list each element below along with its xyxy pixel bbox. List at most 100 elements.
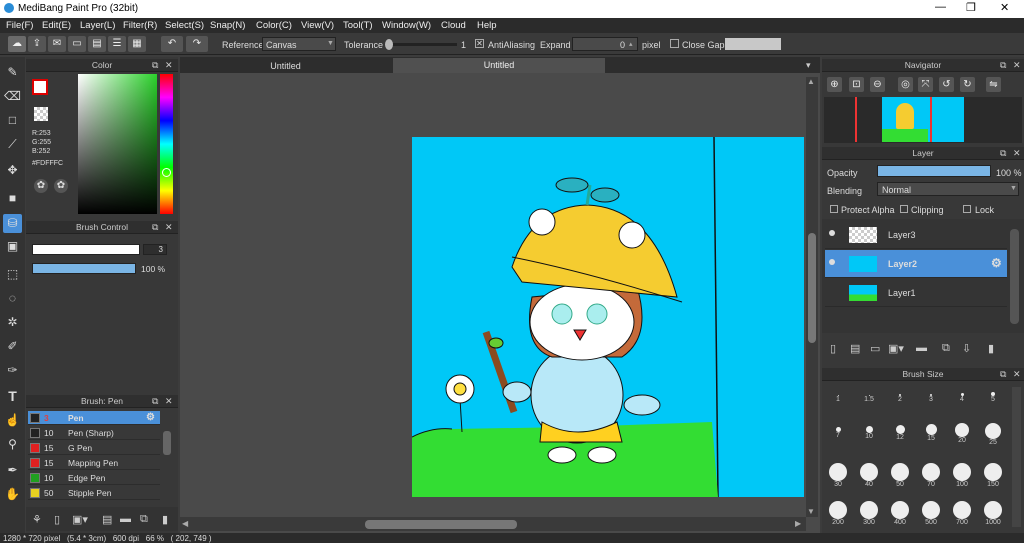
close-gaps-checkbox[interactable] (670, 39, 679, 48)
chat-icon[interactable]: ✉ (48, 36, 66, 52)
palette-icon[interactable]: ✿ (34, 179, 48, 193)
scroll-right-icon[interactable]: ▶ (795, 519, 801, 528)
restore-icon[interactable]: ❐ (966, 1, 976, 14)
rotate-left-icon[interactable]: ↺ (939, 77, 954, 92)
brush-add-icon[interactable]: ⚘ (32, 513, 42, 526)
text-tool-icon[interactable]: T (3, 387, 22, 406)
vertical-scrollbar-thumb[interactable] (808, 233, 816, 343)
list-icon[interactable]: ☰ (108, 36, 126, 52)
brush-item[interactable]: 15 G Pen (28, 441, 160, 455)
menu-help[interactable]: Help (477, 20, 497, 31)
line-tool-icon[interactable]: ⟋ (3, 135, 22, 154)
undock-icon[interactable]: ⧉ (152, 60, 158, 71)
brush-list-scrollbar[interactable] (163, 431, 171, 455)
new-1bit-layer-icon[interactable]: ▭ (870, 342, 880, 355)
zoom-in-icon[interactable]: ⊕ (827, 77, 842, 92)
close-icon[interactable]: ✕ (1000, 1, 1009, 14)
hand-tool-icon[interactable]: ✋ (3, 485, 22, 504)
close-icon[interactable]: ✕ (165, 60, 173, 71)
eye-icon[interactable] (829, 230, 835, 236)
menu-edit[interactable]: Edit(E) (42, 20, 71, 31)
menu-cloud[interactable]: Cloud (441, 20, 466, 31)
menu-view[interactable]: View(V) (301, 20, 334, 31)
spin-icon[interactable]: ▴ (629, 40, 633, 48)
menu-tool[interactable]: Tool(T) (343, 20, 373, 31)
tab-untitled-2[interactable]: Untitled (393, 58, 605, 73)
undock-icon[interactable]: ⧉ (1000, 60, 1006, 71)
grid-icon[interactable]: ▦ (128, 36, 146, 52)
clipping-checkbox[interactable] (900, 205, 908, 213)
brush-size-cell[interactable]: 400 (886, 501, 914, 531)
brush-size-cell[interactable]: 3 (917, 383, 945, 413)
brush-size-cell[interactable]: 70 (917, 463, 945, 493)
undock-icon[interactable]: ⧉ (1000, 369, 1006, 380)
operation-tool-icon[interactable]: ☝ (3, 411, 22, 430)
undock-icon[interactable]: ⧉ (152, 396, 158, 407)
brush-size-cell[interactable]: 4 (948, 383, 976, 413)
rectangle-tool-icon[interactable]: □ (3, 111, 22, 130)
primary-color-swatch[interactable] (32, 79, 48, 95)
actual-size-icon[interactable]: ◎ (898, 77, 913, 92)
scroll-up-icon[interactable]: ▲ (807, 77, 815, 86)
transparent-color-swatch[interactable] (34, 107, 48, 121)
brush-size-cell[interactable]: 25 (979, 423, 1007, 453)
undock-icon[interactable]: ⧉ (152, 222, 158, 233)
blending-select[interactable]: Normal ▼ (877, 182, 1019, 196)
layer-opacity-slider[interactable] (877, 165, 991, 177)
brush-size-cell[interactable]: 30 (824, 463, 852, 493)
brush-opacity-slider[interactable] (32, 263, 136, 274)
brush-tool-icon[interactable]: ✎ (3, 63, 22, 82)
brush-copy-icon[interactable]: ▤ (102, 513, 112, 526)
hue-strip[interactable] (160, 74, 173, 214)
menu-window[interactable]: Window(W) (382, 20, 431, 31)
close-icon[interactable]: ✕ (165, 396, 173, 407)
cloud-icon[interactable]: ☁ (8, 36, 26, 52)
brush-size-cell[interactable]: 1.5 (855, 383, 883, 413)
brush-size-value[interactable]: 3 (143, 244, 167, 255)
document-icon[interactable]: ▤ (88, 36, 106, 52)
folder-icon[interactable]: ▬ (916, 342, 927, 354)
brush-size-cell[interactable]: 2 (886, 383, 914, 413)
select-tool-icon[interactable]: ⬚ (3, 265, 22, 284)
select-eraser-tool-icon[interactable]: ✑ (3, 361, 22, 380)
brush-size-cell[interactable]: 300 (855, 501, 883, 531)
brush-item[interactable]: 3 Pen ⚙ (28, 411, 160, 425)
menu-layer[interactable]: Layer(L) (80, 20, 115, 31)
menu-select[interactable]: Select(S) (165, 20, 204, 31)
trash-icon[interactable]: ▮ (162, 513, 168, 526)
brush-menu-icon[interactable]: ▣▾ (72, 513, 88, 526)
brush-size-cell[interactable]: 1000 (979, 501, 1007, 531)
brush-item[interactable]: 15 Mapping Pen (28, 456, 160, 470)
undo-icon[interactable]: ↶ (161, 36, 183, 52)
brush-size-cell[interactable]: 500 (917, 501, 945, 531)
gear-icon[interactable]: ⚙ (991, 256, 1002, 270)
reference-select[interactable]: Canvas ▼ (262, 37, 336, 51)
duplicate-icon[interactable]: ⧉ (140, 513, 148, 526)
layer-row[interactable]: Layer1 (825, 279, 1007, 307)
tab-untitled-1[interactable]: Untitled (188, 59, 383, 73)
new-brush-icon[interactable]: ▯ (54, 513, 60, 526)
zoom-out-icon[interactable]: ⊖ (870, 77, 885, 92)
gradient-tool-icon[interactable]: ▣ (3, 237, 22, 256)
brush-size-cell[interactable]: 700 (948, 501, 976, 531)
minimize-icon[interactable]: — (935, 1, 946, 13)
close-icon[interactable]: ✕ (165, 222, 173, 233)
eyedropper-tool-icon[interactable]: ⚲ (3, 435, 22, 454)
new-halftone-layer-icon[interactable]: ▤ (850, 342, 860, 355)
lock-checkbox[interactable] (963, 205, 971, 213)
tab-menu-icon[interactable]: ▾ (806, 60, 811, 71)
eraser-tool-icon[interactable]: ⌫ (3, 87, 22, 106)
brush-item[interactable]: 10 Edge Pen (28, 471, 160, 485)
brush-size-cell[interactable]: 1 (824, 383, 852, 413)
merge-layer-icon[interactable]: ⇩ (962, 342, 971, 355)
brush-size-cell[interactable]: 40 (855, 463, 883, 493)
brush-item[interactable]: 50 Stipple Pen (28, 486, 160, 500)
menu-color[interactable]: Color(C) (256, 20, 292, 31)
drawing-canvas[interactable] (412, 137, 804, 497)
flip-icon[interactable]: ⇋ (986, 77, 1001, 92)
zoom-fit-icon[interactable]: ⊡ (849, 77, 864, 92)
comment-icon[interactable]: ▭ (68, 36, 86, 52)
magic-wand-tool-icon[interactable]: ✲ (3, 313, 22, 332)
redo-icon[interactable]: ↷ (186, 36, 208, 52)
navigator-preview[interactable] (824, 97, 1022, 143)
